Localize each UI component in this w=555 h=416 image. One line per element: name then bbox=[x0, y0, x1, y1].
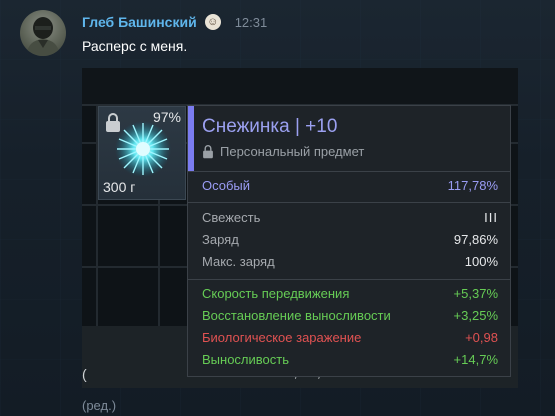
info-row: Свежесть III bbox=[202, 210, 498, 228]
info-label: Макс. заряд bbox=[202, 254, 275, 269]
info-row: Макс. заряд 100% bbox=[202, 254, 498, 272]
info-label: Заряд bbox=[202, 232, 239, 247]
stat-row: Выносливость +14,7% bbox=[202, 352, 498, 370]
stat-value: +3,25% bbox=[453, 308, 498, 323]
left-edge-text: ( bbox=[82, 366, 87, 382]
rarity-accent-bar bbox=[188, 106, 194, 171]
stat-row: Восстановление выносливости +3,25% bbox=[202, 308, 498, 326]
special-stat-label: Особый bbox=[202, 178, 251, 193]
edited-label: (ред.) bbox=[82, 398, 117, 413]
special-stat-value: 117,78% bbox=[447, 178, 498, 193]
info-value: 100% bbox=[464, 254, 498, 269]
message-header: Глеб Башинский ☺ 12:31 bbox=[82, 12, 267, 32]
item-weight: 300 г bbox=[103, 179, 136, 195]
info-label: Свежесть bbox=[202, 210, 261, 225]
stat-value: +5,37% bbox=[453, 286, 498, 301]
item-subtitle: Персональный предмет bbox=[202, 144, 364, 159]
snowflake-artifact-icon bbox=[115, 121, 171, 177]
stat-label: Биологическое заражение bbox=[202, 330, 362, 345]
info-value: III bbox=[484, 210, 498, 225]
inventory-top-strip bbox=[82, 68, 518, 106]
divider bbox=[188, 171, 510, 172]
divider bbox=[188, 202, 510, 203]
avatar[interactable] bbox=[20, 10, 66, 56]
lock-icon bbox=[203, 144, 213, 158]
item-subtitle-text: Персональный предмет bbox=[220, 144, 365, 159]
message-time: 12:31 bbox=[234, 14, 268, 30]
stat-label: Выносливость bbox=[202, 352, 289, 367]
info-row: Заряд 97,86% bbox=[202, 232, 498, 250]
special-stat-row: Особый 117,78% bbox=[202, 178, 498, 196]
divider bbox=[188, 279, 510, 280]
item-slot[interactable]: 97% 300 г bbox=[98, 106, 186, 200]
sender-name[interactable]: Глеб Башинский bbox=[82, 14, 197, 30]
avatar-image bbox=[26, 17, 60, 56]
stat-label: Скорость передвижения bbox=[202, 286, 350, 301]
message-text: Расперс с меня. bbox=[82, 38, 188, 54]
info-value: 97,86% bbox=[453, 232, 498, 247]
stat-label: Восстановление выносливости bbox=[202, 308, 391, 323]
stat-row: Скорость передвижения +5,37% bbox=[202, 286, 498, 304]
stat-value: +0,98 bbox=[465, 330, 498, 345]
smile-emoji-icon: ☺ bbox=[204, 14, 221, 30]
message-photo[interactable]: ( 43, 00, 9 1 кг 97% bbox=[82, 68, 518, 388]
stat-row: Биологическое заражение +0,98 bbox=[202, 330, 498, 348]
stat-value: +14,7% bbox=[453, 352, 498, 367]
item-title: Снежинка | +10 bbox=[202, 116, 338, 137]
item-tooltip: Снежинка | +10 Персональный предмет Особ… bbox=[187, 105, 511, 377]
